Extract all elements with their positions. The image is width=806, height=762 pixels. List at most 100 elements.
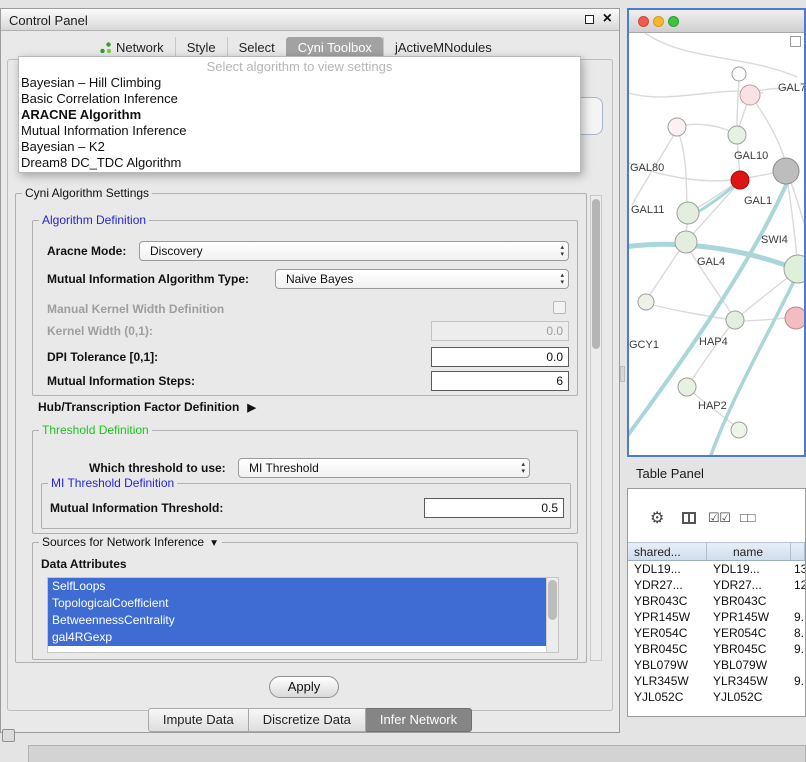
table-cell[interactable]: YDL19... — [707, 561, 791, 577]
mi-steps-field[interactable] — [431, 371, 569, 391]
columns-icon[interactable] — [682, 512, 696, 524]
table-cell[interactable]: 9. — [791, 673, 805, 689]
table-cell[interactable] — [791, 689, 805, 705]
hub-definition-toggle[interactable]: Hub/Transcription Factor Definition▶ — [38, 400, 256, 414]
settings-scrollbar-thumb[interactable] — [592, 199, 600, 349]
table-cell[interactable]: 13 — [791, 561, 805, 577]
network-node-hap2[interactable] — [678, 378, 696, 396]
table-cell[interactable]: YLR345W — [707, 673, 791, 689]
table-row[interactable]: YBR045CYBR045C9. — [628, 641, 805, 657]
network-node-gcy1[interactable] — [638, 294, 654, 310]
table-row[interactable]: YBL079WYBL079W — [628, 657, 805, 673]
attribute-item-selfloops[interactable]: SelfLoops — [48, 578, 546, 595]
table-row[interactable]: YDR27...YDR27...12 — [628, 577, 805, 593]
window-title: Control Panel — [9, 13, 88, 28]
table-cell[interactable]: YBR045C — [707, 641, 791, 657]
bottom-tab-impute-data[interactable]: Impute Data — [148, 708, 249, 732]
table-cell[interactable]: YDL19... — [628, 561, 707, 577]
which-threshold-select[interactable]: MI Threshold ▴▾ — [238, 458, 530, 478]
dropdown-item-basic-correlation-inference[interactable]: Basic Correlation Inference — [19, 91, 580, 107]
attribute-item-betweennesscentrality[interactable]: BetweennessCentrality — [48, 612, 546, 629]
table-cell[interactable]: 9. — [791, 609, 805, 625]
control-panel-titlebar[interactable]: Control Panel × — [1, 9, 619, 31]
manual-kernel-checkbox[interactable] — [553, 301, 566, 314]
network-titlebar[interactable] — [629, 10, 804, 33]
table-row[interactable]: YLR345WYLR345W9. — [628, 673, 805, 689]
table-row[interactable]: YBR043CYBR043C — [628, 593, 805, 609]
dropdown-item-mutual-information-inference[interactable]: Mutual Information Inference — [19, 123, 580, 139]
table-cell[interactable]: YBL079W — [628, 657, 707, 673]
network-node[interactable] — [785, 307, 804, 329]
minimized-panel-icon[interactable] — [2, 729, 15, 742]
dpi-tolerance-field[interactable] — [431, 347, 569, 367]
table-cell[interactable]: YJL052C — [628, 689, 707, 705]
minimize-traffic-icon[interactable] — [653, 16, 664, 27]
table-cell[interactable]: YJL052C — [707, 689, 791, 705]
table-cell[interactable]: YBR043C — [628, 593, 707, 609]
network-corner-widget[interactable] — [790, 36, 801, 47]
collapsed-arrow-icon[interactable]: ▶ — [247, 402, 255, 414]
network-node[interactable] — [731, 422, 747, 438]
apply-button[interactable]: Apply — [269, 676, 339, 698]
network-node-gal1[interactable] — [731, 171, 749, 189]
float-window-icon[interactable] — [585, 15, 594, 24]
table-header-cell[interactable]: name — [707, 543, 791, 560]
dropdown-item-dream8-dc-tdc-algorithm[interactable]: Dream8 DC_TDC Algorithm — [19, 155, 580, 171]
attribute-item-topologicalcoefficient[interactable]: TopologicalCoefficient — [48, 595, 546, 612]
dropdown-item-bayesian-hill-climbing[interactable]: Bayesian – Hill Climbing — [19, 75, 580, 91]
table-cell[interactable] — [791, 657, 805, 673]
network-node[interactable] — [732, 67, 746, 81]
sources-group-title[interactable]: Sources for Network Inference▼ — [39, 535, 222, 549]
table-cell[interactable]: YDR27... — [628, 577, 707, 593]
bottom-tab-infer-network[interactable]: Infer Network — [366, 708, 472, 732]
table-header-cell[interactable]: shared... — [628, 543, 707, 560]
kernel-width-field[interactable] — [431, 321, 569, 341]
node-label-gal4: GAL4 — [697, 256, 725, 268]
network-node[interactable] — [773, 158, 799, 184]
expanded-arrow-icon[interactable]: ▼ — [209, 538, 219, 549]
network-node[interactable] — [668, 118, 686, 136]
network-node-gal4[interactable] — [675, 231, 697, 253]
table-cell[interactable]: YBR045C — [628, 641, 707, 657]
aracne-mode-value: Discovery — [150, 244, 203, 258]
table-cell[interactable]: YPR145W — [707, 609, 791, 625]
splitter-handle[interactable] — [620, 366, 625, 382]
table-row[interactable]: YPR145WYPR145W9. — [628, 609, 805, 625]
zoom-traffic-icon[interactable] — [668, 16, 679, 27]
list-scrollbar-thumb[interactable] — [548, 580, 557, 620]
dropdown-item-aracne-algorithm[interactable]: ARACNE Algorithm — [19, 107, 580, 123]
aracne-mode-select[interactable]: Discovery ▴▾ — [139, 241, 569, 261]
select-all-columns-icon[interactable]: ☑ ☑ — [708, 510, 729, 526]
table-header-cell[interactable] — [791, 543, 805, 560]
table-cell[interactable]: YLR345W — [628, 673, 707, 689]
table-row[interactable]: YDL19...YDL19...13 — [628, 561, 805, 577]
close-icon[interactable]: × — [603, 10, 612, 28]
table-cell[interactable]: 12 — [791, 577, 805, 593]
dropdown-item-bayesian-k2[interactable]: Bayesian – K2 — [19, 139, 580, 155]
network-node-hap4[interactable] — [726, 311, 744, 329]
attribute-item-gal4rgexp[interactable]: gal4RGexp — [48, 629, 546, 646]
bottom-tab-discretize-data[interactable]: Discretize Data — [249, 708, 366, 732]
list-scrollbar[interactable] — [546, 578, 558, 652]
settings-scrollbar[interactable] — [590, 195, 602, 661]
table-cell[interactable]: YDR27... — [707, 577, 791, 593]
table-cell[interactable]: 9. — [791, 641, 805, 657]
table-row[interactable]: YER054CYER054C8. — [628, 625, 805, 641]
mi-threshold-group: MI Threshold Definition Mutual Informati… — [41, 483, 571, 529]
table-cell[interactable]: 8. — [791, 625, 805, 641]
table-cell[interactable]: YER054C — [707, 625, 791, 641]
network-node-gal10[interactable] — [728, 126, 746, 144]
table-row[interactable]: YJL052CYJL052C — [628, 689, 805, 705]
table-cell[interactable]: YBR043C — [707, 593, 791, 609]
mi-type-select[interactable]: Naive Bayes ▴▾ — [275, 269, 569, 289]
deselect-all-columns-icon[interactable]: □ □ — [740, 510, 753, 525]
mi-threshold-field[interactable] — [424, 498, 564, 518]
table-cell[interactable] — [791, 593, 805, 609]
table-cell[interactable]: YPR145W — [628, 609, 707, 625]
network-node[interactable] — [740, 85, 760, 105]
gear-icon[interactable]: ⚙ — [650, 508, 664, 528]
table-cell[interactable]: YBL079W — [707, 657, 791, 673]
table-cell[interactable]: YER054C — [628, 625, 707, 641]
close-traffic-icon[interactable] — [638, 16, 649, 27]
network-node-gal11[interactable] — [677, 202, 699, 224]
